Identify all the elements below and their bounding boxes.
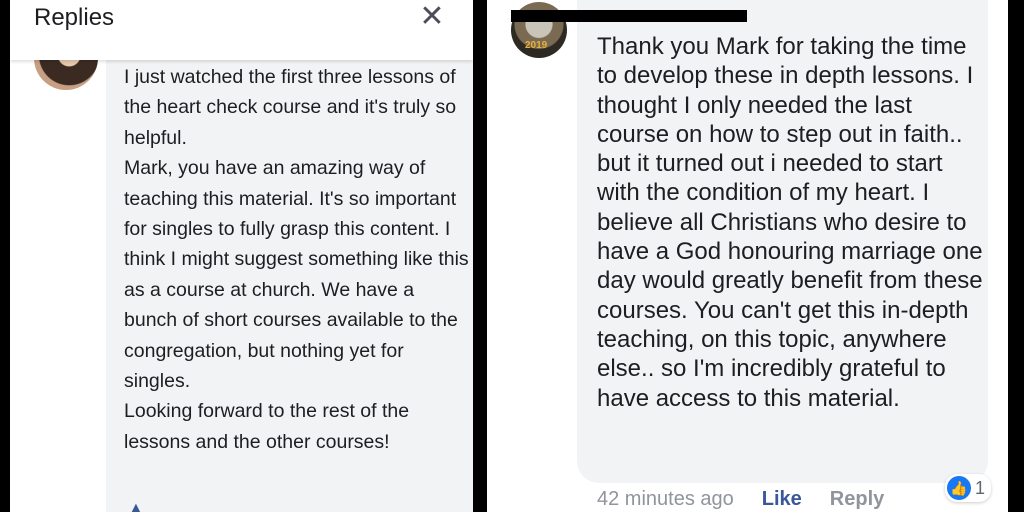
reply-button[interactable]: Reply	[830, 488, 884, 511]
thumbs-up-icon: 👍	[947, 476, 971, 500]
reaction-count: 1	[975, 477, 986, 498]
close-icon[interactable]: ✕	[416, 2, 448, 34]
comment-paragraph: Looking forward to the rest of the lesso…	[124, 400, 410, 453]
comment-paragraph: Mark, you have an amazing way of teachin…	[124, 157, 469, 393]
comment-text: I just watched the first three lessons o…	[124, 62, 469, 457]
replies-title: Replies	[34, 4, 115, 31]
redacted-name	[511, 10, 747, 22]
replies-panel: I just watched the first three lessons o…	[10, 0, 473, 512]
comment-actions: 42 minutes ago Like Reply	[597, 486, 884, 512]
like-icon[interactable]: ▲	[128, 500, 144, 512]
replies-header: Replies ✕	[10, 0, 473, 60]
comment-timestamp[interactable]: 42 minutes ago	[597, 488, 734, 511]
avatar-badge: 2019	[525, 40, 548, 51]
reaction-summary[interactable]: 👍 1	[945, 474, 992, 502]
like-button[interactable]: Like	[762, 488, 802, 511]
comment-paragraph: I just watched the first three lessons o…	[124, 66, 457, 149]
comment-panel: 2019 Thank you Mark for taking the time …	[487, 0, 1008, 512]
comment-text: Thank you Mark for taking the time to de…	[597, 33, 983, 412]
